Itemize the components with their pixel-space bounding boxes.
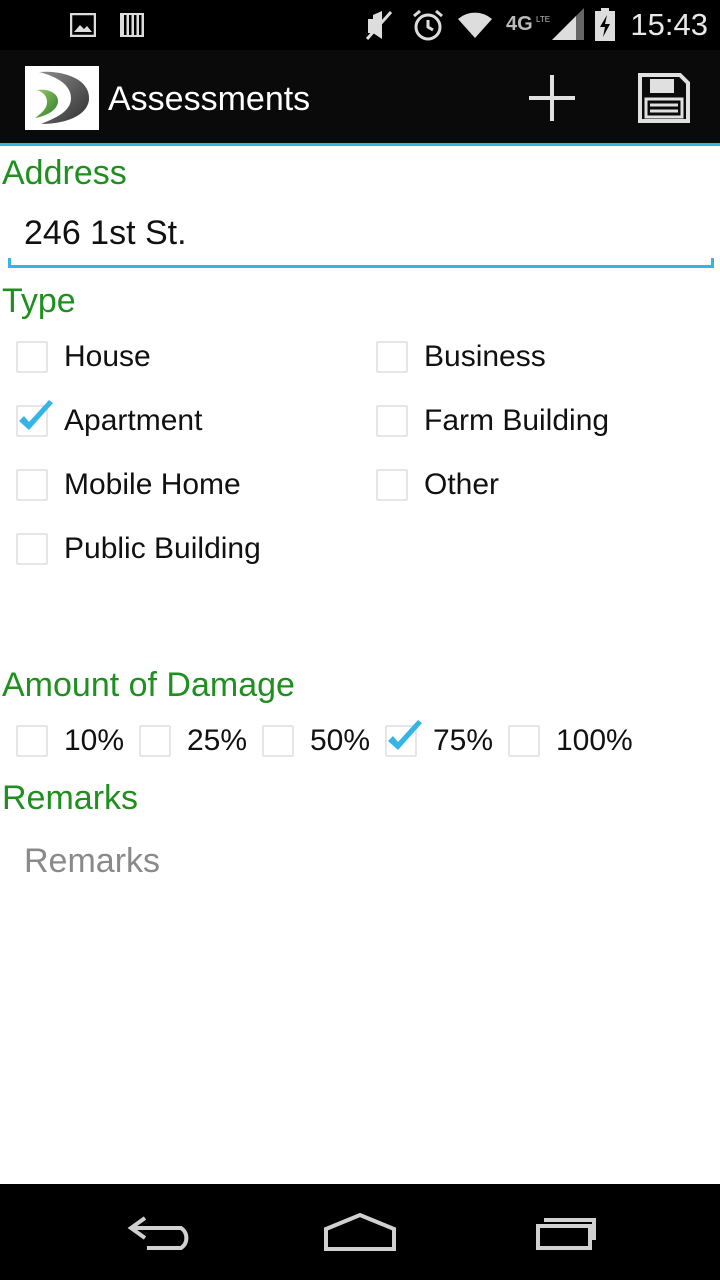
address-label: Address [2, 154, 127, 192]
back-icon [127, 1216, 189, 1250]
remarks-placeholder: Remarks [24, 842, 161, 880]
damage-option-50[interactable]: 50% [262, 724, 370, 758]
checkbox[interactable] [16, 341, 48, 373]
checkbox[interactable] [376, 469, 408, 501]
battery-charging-icon [594, 0, 616, 50]
checkbox-checked[interactable] [16, 400, 53, 437]
type-option-label: Other [424, 468, 500, 501]
svg-text:4G: 4G [506, 13, 533, 35]
checkbox[interactable] [508, 725, 540, 757]
recent-apps-icon [536, 1218, 596, 1250]
type-option-label: Apartment [64, 404, 203, 437]
type-label: Type [2, 282, 76, 320]
recent-apps-button[interactable] [517, 1208, 607, 1256]
checkbox[interactable] [16, 533, 48, 565]
damage-option-label: 100% [556, 724, 633, 757]
type-option-farm-building[interactable]: Farm Building [376, 404, 609, 438]
status-bar: 4G LTE 15:43 [0, 0, 720, 50]
checkmark-icon [388, 720, 422, 750]
alarm-icon [411, 0, 445, 50]
damage-option-75[interactable]: 75% [385, 720, 494, 758]
damage-option-25[interactable]: 25% [139, 724, 247, 758]
damage-label: Amount of Damage [2, 666, 295, 704]
status-time: 15:43 [630, 7, 708, 42]
type-option-other[interactable]: Other [376, 468, 499, 502]
damage-option-label: 50% [310, 724, 371, 757]
signal-icon [550, 0, 586, 50]
4g-lte-icon: 4G LTE [506, 0, 550, 50]
image-icon [70, 0, 96, 50]
address-underline-tick-right [711, 258, 714, 268]
checkmark-icon [19, 400, 53, 430]
type-option-mobile-home[interactable]: Mobile Home [16, 468, 241, 502]
save-icon [638, 73, 690, 123]
damage-option-label: 25% [187, 724, 248, 757]
type-option-label: Farm Building [424, 404, 610, 437]
checkbox[interactable] [376, 341, 408, 373]
save-button[interactable] [634, 68, 694, 128]
address-underline-tick-left [8, 258, 11, 268]
damage-option-label: 75% [433, 724, 494, 757]
type-option-label: Business [424, 340, 546, 373]
page-title: Assessments [108, 80, 311, 118]
type-option-business[interactable]: Business [376, 340, 546, 374]
action-bar: Assessments [0, 50, 720, 144]
storage-icon [118, 0, 146, 50]
checkbox[interactable] [139, 725, 171, 757]
type-option-label: House [64, 340, 151, 373]
checkbox-checked[interactable] [385, 720, 422, 757]
checkbox[interactable] [262, 725, 294, 757]
remarks-field[interactable]: Remarks [8, 828, 714, 896]
checkbox[interactable] [16, 469, 48, 501]
add-button[interactable] [522, 68, 582, 128]
svg-text:LTE: LTE [536, 15, 550, 24]
checkbox[interactable] [376, 405, 408, 437]
add-icon [529, 75, 575, 121]
damage-option-label: 10% [64, 724, 125, 757]
checkbox[interactable] [16, 725, 48, 757]
back-button[interactable] [115, 1208, 205, 1256]
damage-option-100[interactable]: 100% [508, 724, 633, 758]
damage-option-10[interactable]: 10% [16, 724, 124, 758]
address-underline [8, 265, 714, 268]
home-icon [324, 1212, 396, 1251]
type-option-house[interactable]: House [16, 340, 151, 374]
type-option-label: Mobile Home [64, 468, 241, 501]
wifi-icon [456, 0, 494, 50]
remarks-label: Remarks [2, 779, 139, 817]
mute-icon [364, 0, 394, 50]
type-option-apartment[interactable]: Apartment [16, 400, 203, 438]
navigation-bar [0, 1184, 720, 1280]
type-option-public-building[interactable]: Public Building [16, 532, 261, 566]
address-value: 246 1st St. [24, 214, 187, 252]
app-logo [25, 66, 99, 130]
action-bar-divider [0, 143, 720, 146]
type-option-label: Public Building [64, 532, 261, 565]
address-field[interactable]: 246 1st St. [8, 200, 714, 268]
home-button[interactable] [315, 1208, 405, 1256]
